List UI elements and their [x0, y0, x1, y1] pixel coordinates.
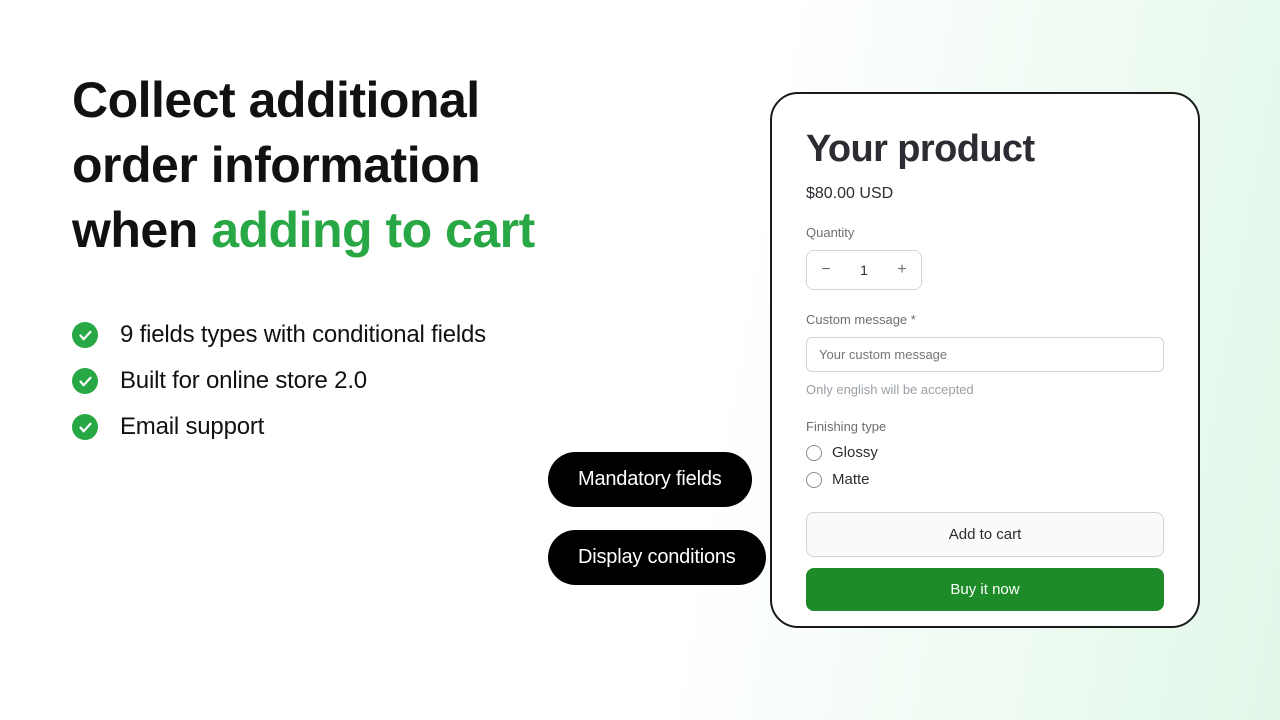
radio-icon[interactable] — [806, 472, 822, 488]
custom-message-hint: Only english will be accepted — [806, 382, 1164, 397]
quantity-stepper: − 1 + — [806, 250, 922, 290]
headline-line3-pre: when — [72, 202, 211, 258]
quantity-label: Quantity — [806, 225, 1164, 240]
finishing-type-label: Finishing type — [806, 419, 1164, 434]
pill-mandatory-fields: Mandatory fields — [548, 452, 752, 507]
finishing-option-matte[interactable]: Matte — [806, 471, 1164, 488]
finishing-option-glossy[interactable]: Glossy — [806, 444, 1164, 461]
product-title: Your product — [806, 128, 1164, 171]
feature-text: Built for online store 2.0 — [120, 367, 367, 395]
feature-item: 9 fields types with conditional fields — [72, 321, 632, 349]
features-list: 9 fields types with conditional fields B… — [72, 321, 632, 441]
product-price: $80.00 USD — [806, 185, 1164, 203]
radio-label: Glossy — [832, 444, 878, 461]
add-to-cart-button[interactable]: Add to cart — [806, 512, 1164, 557]
product-card: Your product $80.00 USD Quantity − 1 + C… — [770, 92, 1200, 628]
quantity-increase-button[interactable]: + — [883, 251, 921, 289]
headline: Collect additional order information whe… — [72, 68, 632, 263]
headline-line1: Collect additional — [72, 72, 480, 128]
check-icon — [72, 368, 98, 394]
pill-display-conditions: Display conditions — [548, 530, 766, 585]
headline-accent: adding to cart — [211, 202, 535, 258]
check-icon — [72, 414, 98, 440]
feature-item: Email support — [72, 413, 632, 441]
feature-text: 9 fields types with conditional fields — [120, 321, 486, 349]
radio-icon[interactable] — [806, 445, 822, 461]
quantity-value: 1 — [845, 251, 883, 289]
check-icon — [72, 322, 98, 348]
feature-item: Built for online store 2.0 — [72, 367, 632, 395]
headline-line2: order information — [72, 137, 480, 193]
radio-label: Matte — [832, 471, 870, 488]
custom-message-label: Custom message * — [806, 312, 1164, 327]
feature-text: Email support — [120, 413, 264, 441]
custom-message-input[interactable] — [806, 337, 1164, 372]
quantity-decrease-button[interactable]: − — [807, 251, 845, 289]
buy-now-button[interactable]: Buy it now — [806, 568, 1164, 611]
